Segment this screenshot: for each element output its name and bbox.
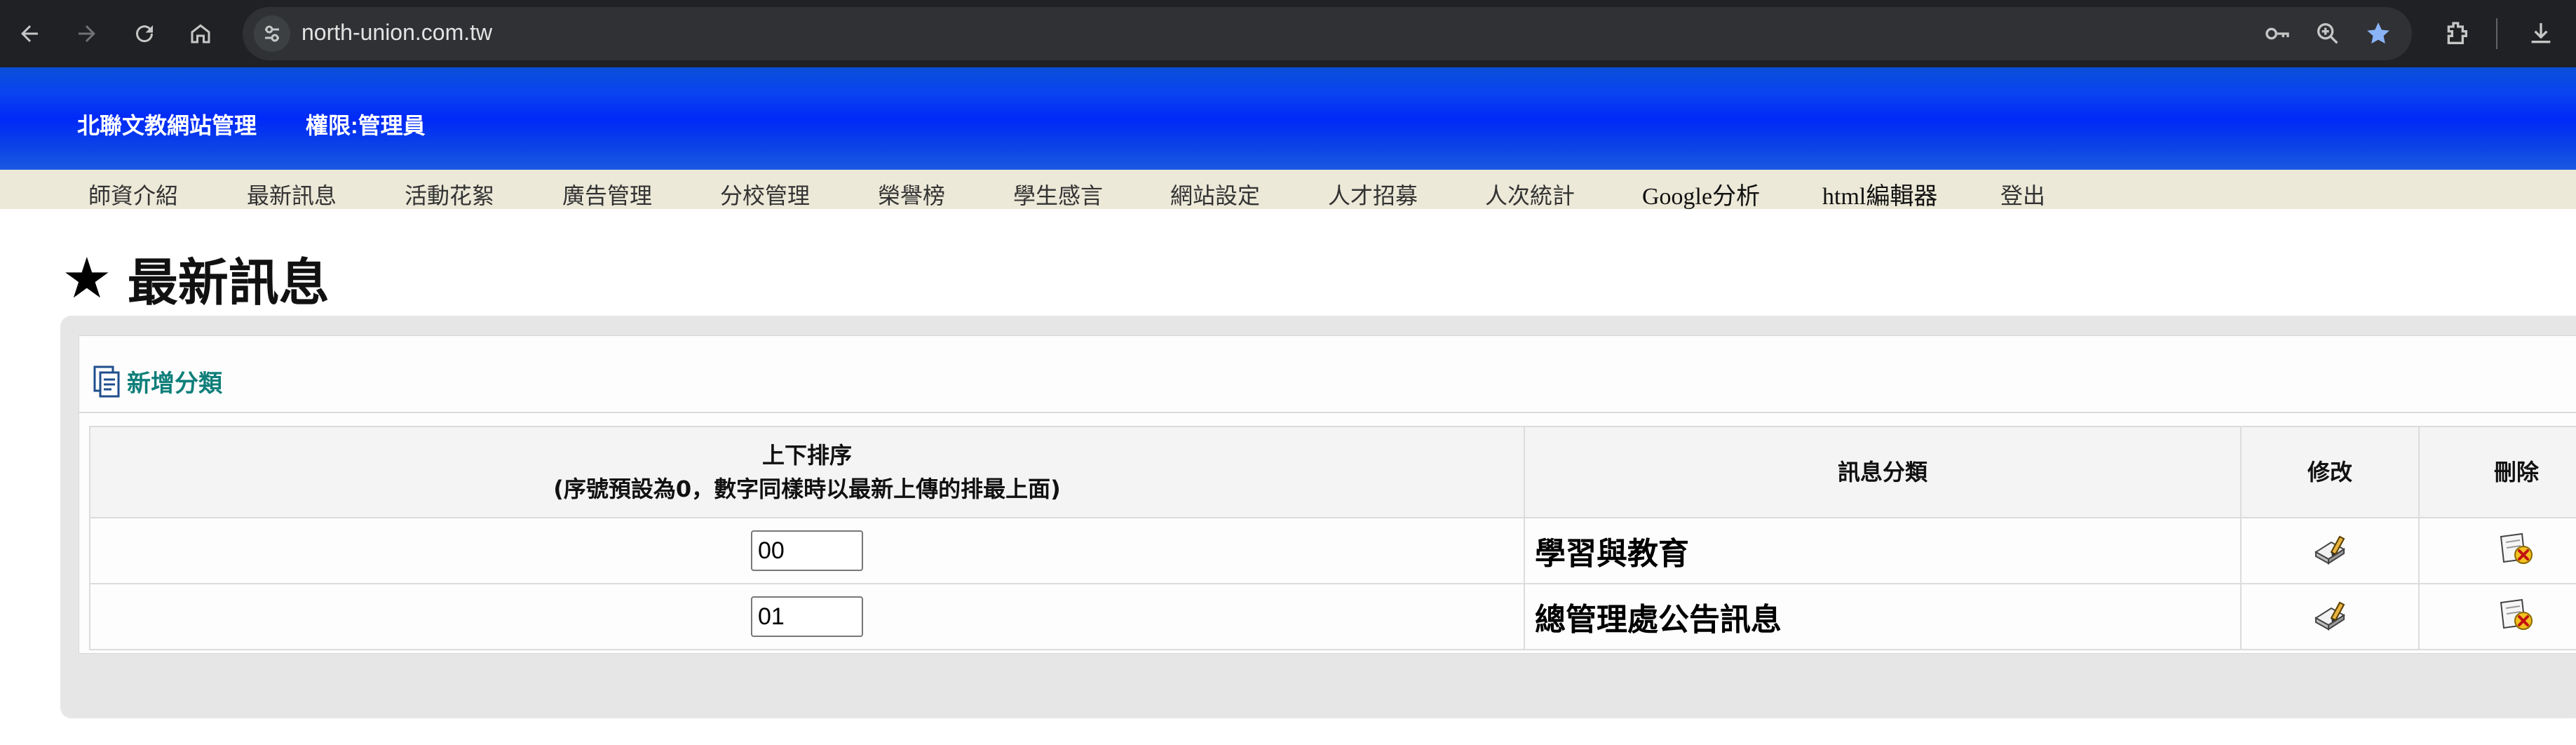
header-delete: 刪除 xyxy=(2418,426,2576,518)
forward-arrow-icon[interactable] xyxy=(67,14,107,53)
header-edit: 修改 xyxy=(2240,426,2420,518)
table-header-row: 上下排序 (序號預設為0，數字同樣時以最新上傳的排最上面) 訊息分類 修改 刪除 xyxy=(89,426,2576,518)
back-arrow-icon[interactable] xyxy=(10,14,49,53)
category-name: 總管理處公告訊息 xyxy=(1524,583,2242,650)
menu-item-testimonials[interactable]: 學生感言 xyxy=(1013,178,1103,210)
delete-x-icon[interactable] xyxy=(2497,531,2536,568)
url-text[interactable]: north-union.com.tw xyxy=(301,20,492,46)
menu-item-teachers[interactable]: 師資介紹 xyxy=(88,178,178,210)
menu-item-html-editor[interactable]: html編輯器 xyxy=(1822,177,1937,211)
download-icon[interactable] xyxy=(2521,14,2561,53)
toolbar-divider xyxy=(2496,18,2497,49)
page-title: ★ 最新訊息 xyxy=(62,241,330,315)
add-category-link[interactable]: 新增分類 xyxy=(92,363,222,399)
menu-item-ads[interactable]: 廣告管理 xyxy=(562,178,652,210)
menu-item-news[interactable]: 最新訊息 xyxy=(247,178,337,210)
menu-item-honors[interactable]: 榮譽榜 xyxy=(878,178,945,210)
header-sort-note: (序號預設為0，數字同樣時以最新上傳的排最上面) xyxy=(553,476,1061,502)
category-table: 上下排序 (序號預設為0，數字同樣時以最新上傳的排最上面) 訊息分類 修改 刪除… xyxy=(89,426,2576,650)
sort-order-input[interactable] xyxy=(751,530,863,571)
menu-item-branches[interactable]: 分校管理 xyxy=(720,178,810,210)
delete-cell xyxy=(2418,517,2576,584)
menu-item-activities[interactable]: 活動花絮 xyxy=(405,178,494,210)
page-title-text: 最新訊息 xyxy=(127,253,330,312)
sort-cell xyxy=(89,517,1525,584)
document-edit-icon xyxy=(92,363,123,399)
zoom-icon[interactable] xyxy=(2311,17,2345,51)
delete-cell xyxy=(2418,583,2576,650)
header-sort-title: 上下排序 xyxy=(761,442,852,469)
table-row: 學習與教育 xyxy=(89,517,2576,584)
sort-order-input[interactable] xyxy=(751,596,863,637)
menu-item-visitor-stats[interactable]: 人次統計 xyxy=(1485,178,1575,210)
star-icon: ★ xyxy=(62,245,112,311)
extensions-icon[interactable] xyxy=(2437,14,2476,53)
edit-pencil-icon[interactable] xyxy=(2310,531,2350,568)
menu-item-logout[interactable]: 登出 xyxy=(2000,178,2045,210)
menu-item-google-analytics[interactable]: Google分析 xyxy=(1642,177,1760,211)
browser-toolbar: north-union.com.tw xyxy=(0,0,2576,67)
site-title: 北聯文教網站管理 xyxy=(77,113,257,138)
edit-pencil-icon[interactable] xyxy=(2310,597,2350,633)
delete-x-icon[interactable] xyxy=(2497,597,2536,633)
bookmark-star-icon[interactable] xyxy=(2361,17,2395,51)
edit-cell xyxy=(2240,583,2420,650)
password-key-icon[interactable] xyxy=(2260,17,2294,51)
menu-item-site-settings[interactable]: 網站設定 xyxy=(1170,178,1260,210)
divider xyxy=(79,412,2576,413)
menu-item-recruitment[interactable]: 人才招募 xyxy=(1328,178,1418,210)
home-icon[interactable] xyxy=(181,14,220,53)
main-menu: 師資介紹 最新訊息 活動花絮 廣告管理 分校管理 榮譽榜 學生感言 網站設定 人… xyxy=(0,170,2576,211)
site-header: 北聯文教網站管理 權限:管理員 xyxy=(0,67,2576,170)
reload-icon[interactable] xyxy=(125,14,164,53)
content-panel: 新增分類 上下排序 (序號預設為0，數字同樣時以最新上傳的排最上面) 訊息分類 … xyxy=(60,316,2576,718)
admin-role-label: 權限:管理員 xyxy=(306,113,426,138)
add-category-label[interactable]: 新增分類 xyxy=(127,364,222,398)
edit-cell xyxy=(2240,517,2420,584)
site-settings-icon[interactable] xyxy=(254,15,290,52)
table-row: 總管理處公告訊息 xyxy=(89,583,2576,650)
header-sort: 上下排序 (序號預設為0，數字同樣時以最新上傳的排最上面) xyxy=(89,426,1525,518)
sort-cell xyxy=(89,583,1525,650)
header-category: 訊息分類 xyxy=(1524,426,2242,518)
address-bar[interactable]: north-union.com.tw xyxy=(243,7,2412,60)
category-name: 學習與教育 xyxy=(1524,517,2242,584)
content-panel-inner: 新增分類 上下排序 (序號預設為0，數字同樣時以最新上傳的排最上面) 訊息分類 … xyxy=(79,335,2576,654)
